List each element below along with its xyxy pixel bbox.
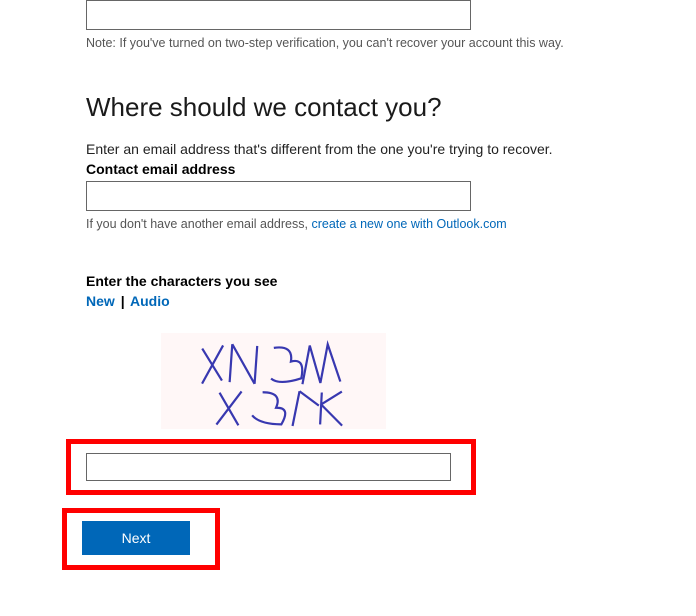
captcha-separator: | (121, 293, 125, 309)
contact-email-input[interactable] (86, 181, 471, 211)
contact-heading: Where should we contact you? (86, 92, 696, 123)
captcha-audio-link[interactable]: Audio (130, 293, 170, 309)
hint-text: If you don't have another email address, (86, 217, 311, 231)
captcha-label: Enter the characters you see (86, 273, 696, 289)
outlook-hint: If you don't have another email address,… (86, 217, 696, 231)
next-button[interactable]: Next (82, 521, 190, 555)
contact-instruction: Enter an email address that's different … (86, 141, 696, 157)
two-step-note: Note: If you've turned on two-step verif… (86, 36, 696, 50)
contact-email-label: Contact email address (86, 161, 696, 177)
captcha-new-link[interactable]: New (86, 293, 115, 309)
captcha-input[interactable] (86, 453, 451, 481)
captcha-controls: New | Audio (86, 293, 696, 309)
captcha-image (161, 333, 386, 429)
create-outlook-link[interactable]: create a new one with Outlook.com (311, 217, 506, 231)
previous-field-input[interactable] (86, 0, 471, 30)
